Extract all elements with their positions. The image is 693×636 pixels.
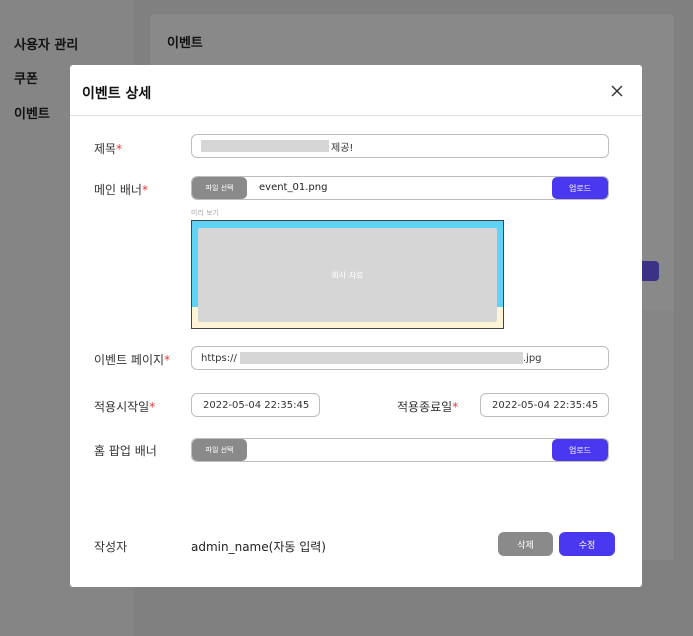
banner-file-select-button[interactable]: 파일 선택 [192,177,247,199]
event-page-input[interactable]: https:// .jpg [191,346,609,370]
banner-file-row: 파일 선택 event_01.png 업로드 [191,176,609,200]
required-mark: * [452,400,459,414]
start-date-label-text: 적용시작일 [94,400,150,414]
event-detail-modal: 이벤트 상세 제목* 제공! 메인 배너* 파일 선택 event_01.png… [70,65,642,587]
banner-upload-button[interactable]: 업로드 [552,177,608,199]
close-icon[interactable] [610,84,624,98]
start-date-input[interactable]: 2022-05-04 22:35:45 [191,393,320,417]
url-prefix: https:// [201,352,237,364]
required-mark: * [164,353,171,367]
banner-label-text: 메인 배너 [94,183,142,197]
popup-banner-label: 홈 팝업 배너 [94,444,157,458]
banner-preview: 회사 자료 [191,220,504,329]
required-mark: * [116,142,123,156]
required-mark: * [149,400,156,414]
page-label-text: 이벤트 페이지 [94,353,165,367]
redacted-text [201,140,329,152]
preview-redacted-image: 회사 자료 [198,228,497,322]
required-mark: * [141,183,148,197]
end-date-input[interactable]: 2022-05-04 22:35:45 [480,393,609,417]
preview-label: 미리 보기 [191,209,219,217]
title-label: 제목* [94,140,122,157]
banner-file-name: event_01.png [259,182,328,193]
end-date-label: 적용종료일* [397,398,458,415]
author-label: 작성자 [94,540,128,554]
author-value: admin_name(자동 입력) [191,540,326,554]
page-label: 이벤트 페이지* [94,351,170,368]
popup-file-row: 파일 선택 업로드 [191,438,609,462]
end-date-label-text: 적용종료일 [397,400,453,414]
edit-button[interactable]: 수정 [559,532,615,556]
title-label-text: 제목 [94,142,117,156]
delete-button[interactable]: 삭제 [498,532,553,556]
redacted-url [239,352,523,364]
popup-file-select-button[interactable]: 파일 선택 [192,439,247,461]
popup-upload-button[interactable]: 업로드 [552,439,608,461]
modal-title: 이벤트 상세 [82,86,152,102]
url-suffix: .jpg [522,352,542,364]
start-date-label: 적용시작일* [94,398,155,415]
modal-header: 이벤트 상세 [70,65,642,116]
title-value-suffix: 제공! [331,142,354,154]
banner-label: 메인 배너* [94,181,148,198]
title-input[interactable]: 제공! [191,134,609,158]
preview-text: 회사 자료 [331,270,364,280]
